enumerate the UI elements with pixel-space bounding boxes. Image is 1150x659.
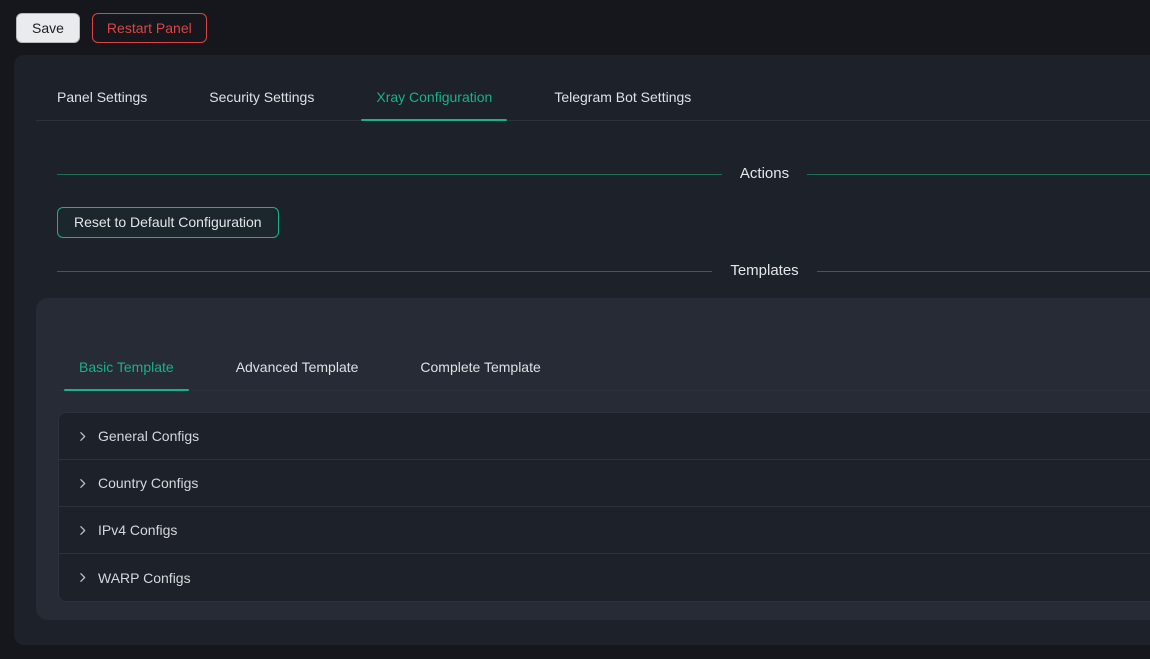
templates-divider: Templates [57, 260, 1150, 282]
chevron-right-icon [75, 429, 89, 443]
actions-divider-label: Actions [722, 163, 807, 185]
restart-panel-button[interactable]: Restart Panel [92, 13, 207, 43]
tab-security-settings[interactable]: Security Settings [194, 89, 329, 120]
divider-line [807, 174, 1150, 175]
chevron-right-icon [75, 571, 89, 585]
divider-line [817, 271, 1150, 272]
collapse-header-label: IPv4 Configs [98, 522, 177, 538]
tab-complete-template[interactable]: Complete Template [405, 359, 555, 390]
collapse-header-label: Country Configs [98, 475, 198, 491]
collapse-header-general-configs[interactable]: General Configs [59, 413, 1150, 460]
tab-basic-template[interactable]: Basic Template [64, 359, 189, 390]
tab-telegram-bot-settings[interactable]: Telegram Bot Settings [539, 89, 706, 120]
collapse-header-label: WARP Configs [98, 570, 191, 586]
template-collapse: General Configs Country Configs IPv4 Con… [58, 412, 1150, 602]
tab-xray-configuration[interactable]: Xray Configuration [361, 89, 507, 120]
templates-divider-label: Templates [712, 260, 816, 282]
reset-default-config-button[interactable]: Reset to Default Configuration [57, 207, 279, 238]
settings-tabs: Panel Settings Security Settings Xray Co… [36, 55, 1150, 121]
template-tabs: Basic Template Advanced Template Complet… [58, 298, 1150, 391]
actions-divider: Actions [57, 163, 1150, 185]
tab-panel-settings[interactable]: Panel Settings [42, 89, 162, 120]
chevron-right-icon [75, 523, 89, 537]
tab-advanced-template[interactable]: Advanced Template [221, 359, 374, 390]
templates-card: Basic Template Advanced Template Complet… [36, 298, 1150, 620]
divider-line [57, 174, 722, 175]
topbar: Save Restart Panel [0, 0, 1150, 55]
chevron-right-icon [75, 476, 89, 490]
collapse-header-warp-configs[interactable]: WARP Configs [59, 554, 1150, 601]
collapse-header-country-configs[interactable]: Country Configs [59, 460, 1150, 507]
settings-card: Panel Settings Security Settings Xray Co… [14, 55, 1150, 645]
collapse-header-ipv4-configs[interactable]: IPv4 Configs [59, 507, 1150, 554]
collapse-header-label: General Configs [98, 428, 199, 444]
divider-line [57, 271, 712, 272]
save-button[interactable]: Save [16, 13, 80, 43]
